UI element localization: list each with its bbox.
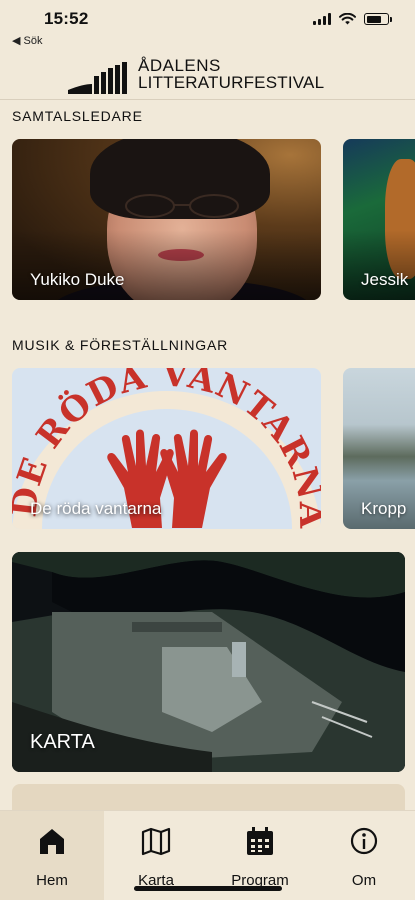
wifi-icon: [339, 13, 356, 25]
music-card-kropp[interactable]: Kropp: [343, 368, 415, 529]
music-card-de-roda-vantarna[interactable]: DE RÖDA VANTARNA De röda vantarna: [12, 368, 321, 529]
tab-about[interactable]: Om: [312, 811, 415, 900]
tab-label: Om: [351, 872, 377, 889]
info-icon: [350, 827, 378, 855]
portrait-glasses: [125, 194, 239, 218]
moderator-card-yukiko-duke[interactable]: Yukiko Duke: [12, 139, 321, 300]
home-indicator-bar[interactable]: [134, 886, 282, 891]
tab-label: Hem: [36, 872, 68, 889]
festival-logo-icon: [68, 62, 127, 94]
cellular-signal-icon: [313, 13, 331, 25]
tab-home[interactable]: Hem: [0, 811, 104, 900]
map-label: KARTA: [30, 731, 95, 753]
logo-line-1: ÅDALENS: [138, 56, 221, 75]
app-header: ÅDALENS LITTERATURFESTIVAL: [0, 50, 415, 100]
logo-line-2: LITTERATURFESTIVAL: [138, 73, 325, 92]
section-title-music: MUSIK & FÖRESTÄLLNINGAR: [12, 337, 228, 353]
status-time: 15:52: [44, 9, 89, 28]
status-bar: 15:52 ◀ Sök: [0, 0, 415, 50]
home-icon: [40, 829, 64, 854]
calendar-icon: [247, 827, 273, 855]
section-title-moderators: SAMTALSLEDARE: [12, 108, 143, 124]
performance-name: De röda vantarna: [30, 499, 162, 518]
map-icon: [141, 827, 171, 856]
battery-icon: [364, 13, 392, 25]
back-to-search-link[interactable]: ◀ Sök: [12, 34, 42, 47]
moderator-card-jessik[interactable]: Jessik: [343, 139, 415, 300]
status-icons: [313, 13, 392, 25]
moderator-name: Yukiko Duke: [30, 270, 125, 289]
moderator-name: Jessik: [361, 270, 409, 289]
festival-logo-text: ÅDALENS LITTERATURFESTIVAL: [138, 57, 324, 91]
map-card[interactable]: KARTA: [12, 552, 405, 772]
performance-name: Kropp: [361, 499, 407, 518]
